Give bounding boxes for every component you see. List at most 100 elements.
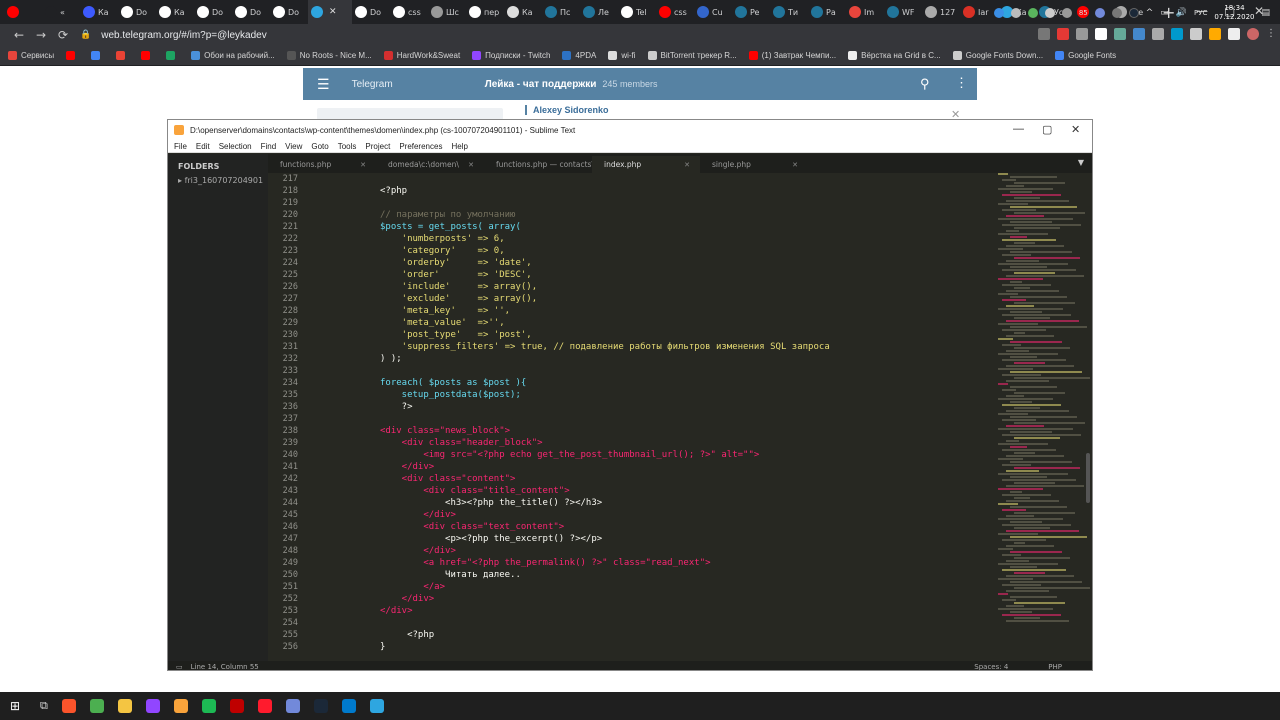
volume-icon[interactable]: 🔊 [1176,8,1187,18]
code-line[interactable]: <div class="news_block"> [380,425,940,437]
extension-icon[interactable] [1152,28,1164,40]
code-line[interactable]: </a> [380,581,940,593]
extension-icon[interactable] [1095,28,1107,40]
tray-app-icon[interactable] [1044,8,1055,18]
code-line[interactable]: <div class="header_block"> [380,437,940,449]
bookmark-item[interactable]: Обои на рабочий... [191,51,275,60]
code-line[interactable]: setup_postdata($post); [380,389,940,401]
browser-tab[interactable]: Do [232,0,270,24]
chrome-icon[interactable] [89,699,104,713]
address-bar-url[interactable]: web.telegram.org/#/im?p=@leykadev [101,30,267,41]
tray-app-icon[interactable] [1128,8,1139,18]
browser-tab[interactable]: Ле [580,0,618,24]
tray-app-icon[interactable] [1061,8,1072,18]
code-line[interactable]: 'meta_value' =>'', [380,317,940,329]
browser-tab[interactable]: Iar [960,0,998,24]
close-tab-icon[interactable]: ✕ [329,7,337,17]
code-line[interactable]: // параметры по умолчанию [380,209,940,221]
browser-tab[interactable]: Do [352,0,390,24]
lock-icon[interactable]: 🔒 [80,30,91,40]
bookmark-item[interactable]: No Roots - Nice M... [286,51,372,60]
bookmark-item[interactable]: wi-fi [608,51,636,60]
filezilla-icon[interactable] [229,699,244,713]
bookmark-item[interactable]: Google Fonts Down... [952,51,1043,60]
clock[interactable]: 18:34 07.12.2020 [1214,4,1254,22]
code-line[interactable]: } [380,641,940,653]
menu-item-view[interactable]: View [285,142,302,151]
bookmark-item[interactable] [66,51,79,60]
code-line[interactable]: <div class="content"> [380,473,940,485]
windows-start-icon[interactable]: ⊞ [10,699,32,713]
close-editor-tab-icon[interactable]: ✕ [360,161,366,169]
menu-item-project[interactable]: Project [365,142,390,151]
extension-icon[interactable] [1190,28,1202,40]
bookmark-item[interactable]: Google Fonts [1055,51,1116,60]
sublime-minimize-button[interactable]: — [1013,123,1024,135]
close-editor-tab-icon[interactable]: ✕ [468,161,474,169]
code-line[interactable]: </div> [380,593,940,605]
task-view-icon[interactable]: ⧉ [40,699,48,713]
spotify-icon[interactable] [201,699,216,713]
bookmark-item[interactable] [116,51,129,60]
editor-scrollbar[interactable] [1086,453,1090,503]
menu-item-find[interactable]: Find [261,142,277,151]
sublime-maximize-button[interactable]: ▢ [1042,123,1052,136]
code-editor[interactable]: 217 218 219 220 221 222 223 224 225 226 227 228 229 2… [268,173,1092,661]
tray-app-icon[interactable] [993,8,1004,18]
indentation-setting[interactable]: Spaces: 4 [974,663,1008,671]
browser-tab[interactable]: Do [118,0,156,24]
bookmark-item[interactable]: Вёрстка на Grid в C... [848,51,941,60]
opera-icon[interactable] [257,699,272,713]
code-line[interactable]: 'include' => array(), [380,281,940,293]
telegram-icon[interactable] [369,699,384,713]
close-editor-tab-icon[interactable]: ✕ [792,161,798,169]
browser-tab[interactable]: Pe [732,0,770,24]
code-line[interactable]: 'orderby' => 'date', [380,257,940,269]
code-line[interactable]: </div> [380,605,940,617]
browser-tab[interactable]: Кa [80,0,118,24]
code-line[interactable]: </div> [380,461,940,473]
bookmark-item[interactable] [166,51,179,60]
code-line[interactable]: ) ); [380,353,940,365]
menu-item-goto[interactable]: Goto [311,142,328,151]
discord-icon[interactable] [285,699,300,713]
notifications-icon[interactable]: ▤ [1261,8,1270,18]
browser-tab[interactable]: Tel [618,0,656,24]
extension-icon[interactable] [1171,28,1183,40]
minimap[interactable] [998,173,1090,643]
menu-item-selection[interactable]: Selection [219,142,252,151]
browser-tab[interactable]: Ра [808,0,846,24]
code-line[interactable]: </div> [380,545,940,557]
code-line[interactable] [380,413,940,425]
adblock-extension-icon[interactable] [1057,28,1069,40]
forward-arrow-icon[interactable]: → [30,28,52,42]
extension-icon[interactable] [1133,28,1145,40]
extension-icon[interactable] [1209,28,1221,40]
code-line[interactable]: <?php [380,185,940,197]
browser-tab[interactable]: WF [884,0,922,24]
twitch-app-icon[interactable] [145,699,160,713]
code-line[interactable]: </div> [380,509,940,521]
language-indicator[interactable]: РУС [1194,9,1207,17]
code-line[interactable] [380,173,940,185]
tray-app-icon[interactable] [1111,8,1122,18]
code-line[interactable]: Читать далее.. [380,569,940,581]
code-line[interactable]: <p><?php the_excerpt() ?></p> [380,533,940,545]
tray-app-icon[interactable] [1094,8,1105,18]
code-line[interactable]: <a href="<?php the_permalink() ?>" class… [380,557,940,569]
bookmark-item[interactable]: Подписки - Twitch [472,51,550,60]
browser-tab[interactable]: 127 [922,0,960,24]
chrome-menu-icon[interactable]: ⋮ [1266,28,1276,40]
code-line[interactable]: 'meta_key' => '', [380,305,940,317]
bookmark-item[interactable]: 4PDA [562,51,596,60]
back-arrow-icon[interactable]: ← [8,28,30,42]
editor-tab[interactable]: index.php ✕ [592,156,700,173]
code-line[interactable]: 'category' => 0, [380,245,940,257]
bookmark-item[interactable] [141,51,154,60]
close-editor-tab-icon[interactable]: ✕ [684,161,690,169]
folder-tree-item[interactable]: ▸ fri3_160707204901 [178,176,263,185]
editor-tab[interactable]: single.php ✕ [700,156,808,173]
menu-item-edit[interactable]: Edit [196,142,210,151]
bookmark-item[interactable]: Сервисы [8,51,54,60]
reload-icon[interactable]: ⟳ [52,28,74,42]
